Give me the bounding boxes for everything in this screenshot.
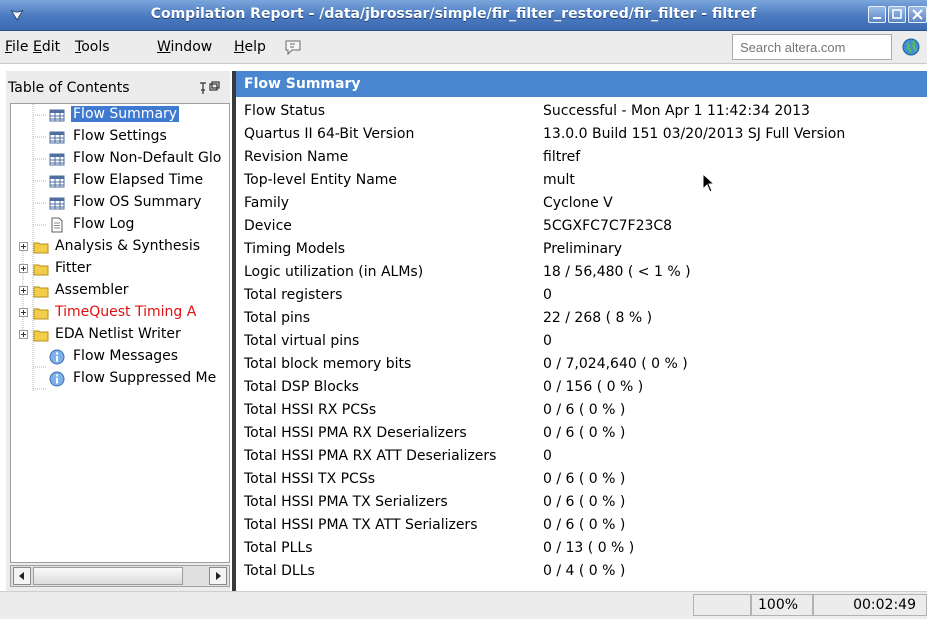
info-icon <box>49 371 65 387</box>
menu-file[interactable]: File <box>5 39 28 55</box>
expand-toggle[interactable] <box>19 286 28 295</box>
table-icon <box>49 175 65 188</box>
menu-edit[interactable]: Edit <box>33 39 60 55</box>
table-row: Device 5CGXFC7C7F23C8 <box>244 218 673 234</box>
table-row: Total HSSI TX PCSs 0 / 6 ( 0 % ) <box>244 471 626 487</box>
toc-title: Table of Contents <box>8 80 130 96</box>
search-input[interactable] <box>732 34 892 60</box>
flow-summary-header: Flow Summary <box>236 71 927 97</box>
dock-pin-icon[interactable] <box>198 81 220 95</box>
info-icon <box>49 349 65 365</box>
globe-icon[interactable] <box>902 38 920 56</box>
minimize-button[interactable] <box>868 6 886 23</box>
table-row: Total virtual pins 0 <box>244 333 552 349</box>
table-row: Total HSSI PMA TX Serializers 0 / 6 ( 0 %… <box>244 494 626 510</box>
scroll-thumb[interactable] <box>33 567 183 585</box>
table-row: Family Cyclone V <box>244 195 613 211</box>
table-row: Top-level Entity Name mult <box>244 172 575 188</box>
table-row: Total pins 22 / 268 ( 8 % ) <box>244 310 653 326</box>
window-title: Compilation Report - /data/jbrossar/simp… <box>150 6 757 22</box>
table-row: Total DSP Blocks 0 / 156 ( 0 % ) <box>244 379 644 395</box>
table-icon <box>49 153 65 166</box>
toc-panel: Table of Contents Flow Summary Flow Sett… <box>6 71 230 596</box>
status-progress <box>693 594 751 616</box>
scroll-right-button[interactable] <box>209 567 227 585</box>
table-row: Total HSSI PMA RX Deserializers 0 / 6 ( 0… <box>244 425 626 441</box>
table-row: Total HSSI PMA RX ATT Deserializers 0 <box>244 448 552 464</box>
table-row: Revision Name filtref <box>244 149 581 165</box>
expand-toggle[interactable] <box>19 264 28 273</box>
flow-summary-table: Flow Status Successful - Mon Apr 1 11:42:… <box>236 97 927 587</box>
table-icon <box>49 109 65 122</box>
status-bar: 100% 00:02:49 <box>0 591 927 619</box>
expand-toggle[interactable] <box>19 308 28 317</box>
app-icon[interactable] <box>8 6 26 24</box>
close-icon <box>912 9 923 20</box>
table-row: Flow Status Successful - Mon Apr 1 11:42:… <box>244 103 810 119</box>
maximize-icon <box>892 9 902 19</box>
table-row: Total DLLs 0 / 4 ( 0 % ) <box>244 563 626 579</box>
folder-icon <box>33 242 49 254</box>
mouse-cursor-icon <box>702 173 716 193</box>
menu-bar: File Edit Tools Window Help <box>0 31 927 64</box>
menu-window[interactable]: Window <box>157 39 212 55</box>
table-row: Total registers 0 <box>244 287 552 303</box>
scroll-left-button[interactable] <box>13 567 31 585</box>
folder-icon <box>33 286 49 298</box>
toc-horizontal-scrollbar[interactable] <box>10 565 230 587</box>
table-icon <box>49 197 65 210</box>
folder-icon <box>33 264 49 276</box>
table-icon <box>49 131 65 144</box>
whats-this-help-icon[interactable] <box>283 38 303 56</box>
table-row: Total HSSI PMA TX ATT Serializers 0 / 6 (… <box>244 517 626 533</box>
expand-toggle[interactable] <box>19 330 28 339</box>
table-row: Total block memory bits 0 / 7,024,640 ( 0… <box>244 356 688 372</box>
arrow-left-icon <box>19 572 24 580</box>
expand-toggle[interactable] <box>19 242 28 251</box>
table-row: Quartus II 64-Bit Version 13.0.0 Build 15… <box>244 126 846 142</box>
table-row: Total PLLs 0 / 13 ( 0 % ) <box>244 540 635 556</box>
close-button[interactable] <box>908 6 927 23</box>
menu-help[interactable]: Help <box>234 39 266 55</box>
status-zoom: 100% <box>751 594 813 616</box>
toc-tree[interactable]: Flow Summary Flow Settings Flow Non-Defa… <box>10 103 230 563</box>
document-icon <box>51 217 63 233</box>
folder-icon <box>33 330 49 342</box>
status-elapsed-time: 00:02:49 <box>813 594 927 616</box>
maximize-button[interactable] <box>888 6 906 23</box>
arrow-right-icon <box>216 572 221 580</box>
table-row: Total HSSI RX PCSs 0 / 6 ( 0 % ) <box>244 402 626 418</box>
title-bar: Compilation Report - /data/jbrossar/simp… <box>0 0 927 31</box>
table-row: Logic utilization (in ALMs) 18 / 56,480 (… <box>244 264 691 280</box>
toc-header: Table of Contents <box>8 71 230 101</box>
table-row: Timing Models Preliminary <box>244 241 623 257</box>
minimize-icon <box>873 17 881 19</box>
menu-tools[interactable]: Tools <box>75 39 110 55</box>
folder-icon <box>33 308 49 320</box>
